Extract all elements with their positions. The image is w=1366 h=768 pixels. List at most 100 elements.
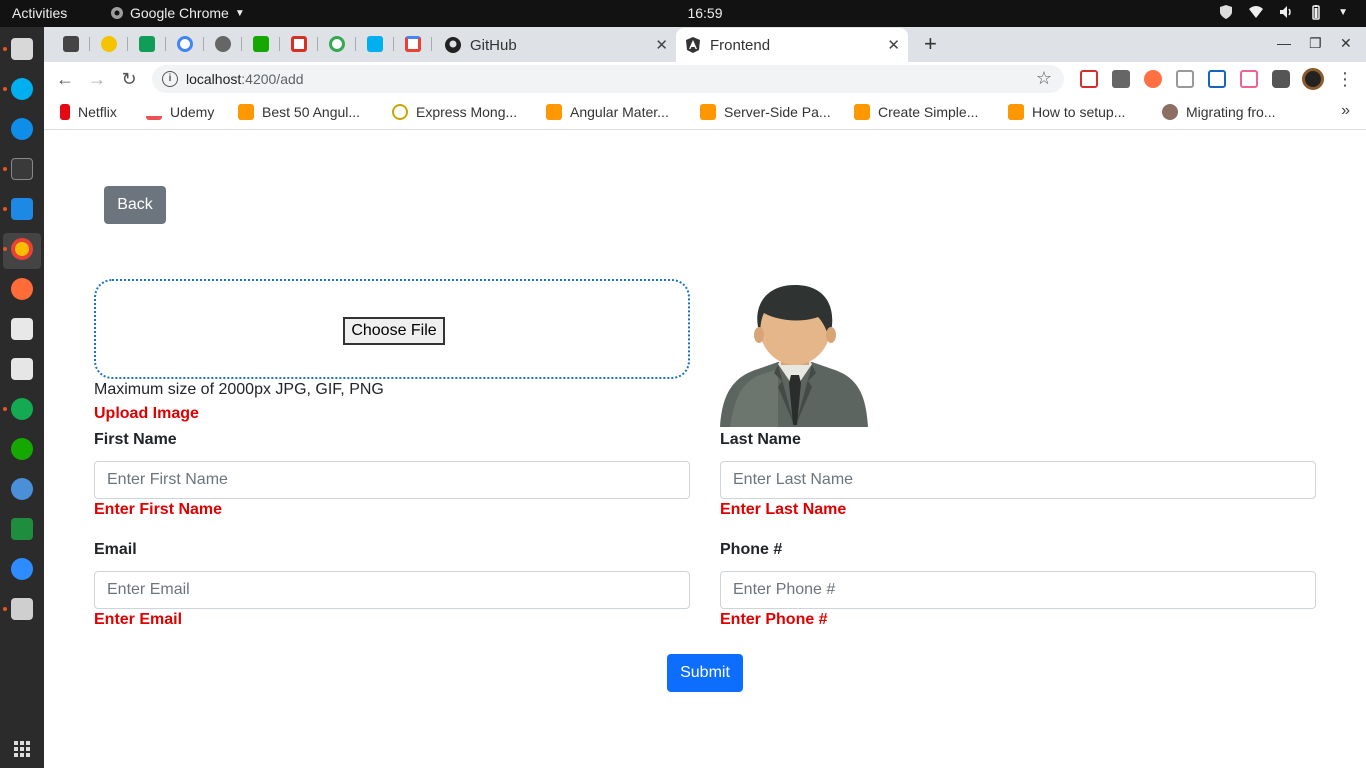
- github-icon: [445, 37, 461, 53]
- email-input[interactable]: [94, 571, 690, 609]
- bookmark-create-simple[interactable]: Create Simple...: [854, 104, 978, 120]
- close-icon[interactable]: ✕: [655, 36, 668, 54]
- gmail-icon[interactable]: [291, 36, 307, 52]
- running-indicator: [3, 407, 7, 411]
- tab-frontend[interactable]: Frontend ✕: [676, 28, 908, 62]
- choose-file-button[interactable]: Choose File: [343, 317, 445, 345]
- files-icon[interactable]: [11, 38, 33, 60]
- close-icon[interactable]: ✕: [887, 36, 900, 54]
- text-editor-icon[interactable]: [11, 358, 33, 380]
- back-button[interactable]: Back: [104, 186, 166, 224]
- image-dropzone[interactable]: Choose File: [94, 279, 690, 379]
- info-icon[interactable]: i: [162, 71, 178, 87]
- postman-icon[interactable]: [11, 278, 33, 300]
- teamviewer-icon[interactable]: [11, 118, 33, 140]
- back-arrow-icon[interactable]: ←: [54, 68, 76, 90]
- last-name-input[interactable]: [720, 461, 1316, 499]
- coin-icon[interactable]: [101, 36, 117, 52]
- document-viewer-icon[interactable]: [11, 318, 33, 340]
- image-viewer-icon[interactable]: [11, 598, 33, 620]
- bookmark-best-50-angular[interactable]: Best 50 Angul...: [238, 104, 360, 120]
- show-applications-icon[interactable]: [14, 741, 30, 757]
- sheets-plus-icon[interactable]: [139, 36, 155, 52]
- reload-icon[interactable]: ↻: [118, 68, 140, 90]
- extensions-puzzle-icon[interactable]: [1272, 70, 1290, 88]
- stackblitz-icon: [1008, 104, 1024, 120]
- tab-divider: [355, 37, 356, 51]
- mongodb-compass-icon[interactable]: [11, 398, 33, 420]
- running-indicator: [3, 247, 7, 251]
- profile-avatar[interactable]: [1302, 68, 1324, 90]
- bookmark-angular-material[interactable]: Angular Mater...: [546, 104, 669, 120]
- close-window-icon[interactable]: ✕: [1340, 35, 1352, 52]
- extension-a-icon[interactable]: [1112, 70, 1130, 88]
- bookmark-star-icon[interactable]: ☆: [1036, 68, 1052, 89]
- trello-icon[interactable]: [63, 36, 79, 52]
- phone-error: Enter Phone #: [720, 611, 828, 628]
- tab-divider: [431, 37, 432, 51]
- extension-arrow-icon[interactable]: [1240, 70, 1258, 88]
- tab-divider: [279, 37, 280, 51]
- volume-icon: [1280, 6, 1291, 18]
- spreadsheet-icon[interactable]: [11, 518, 33, 540]
- tab-github[interactable]: GitHub ✕: [436, 28, 676, 62]
- bookmark-how-to-setup[interactable]: How to setup...: [1008, 104, 1125, 120]
- bookmark-netflix[interactable]: Netflix: [60, 104, 117, 120]
- upwork-tab-icon[interactable]: [253, 36, 269, 52]
- google-icon[interactable]: [177, 36, 193, 52]
- forward-arrow-icon[interactable]: →: [86, 68, 108, 90]
- bookmark-migrating-from[interactable]: Migrating fro...: [1162, 104, 1275, 120]
- clock[interactable]: 16:59: [0, 5, 1366, 21]
- mailtrack-icon[interactable]: [405, 36, 421, 52]
- globe-icon[interactable]: [215, 36, 231, 52]
- system-tray[interactable]: ▼: [1218, 4, 1348, 20]
- angular-icon: [686, 37, 700, 53]
- chevron-double-right-icon[interactable]: »: [1341, 102, 1350, 120]
- restore-icon[interactable]: ❐: [1309, 35, 1322, 52]
- system-top-bar: Activities Google Chrome ▼ 16:59 ▼: [0, 0, 1366, 27]
- email-error: Enter Email: [94, 611, 183, 628]
- google-icon[interactable]: [329, 36, 345, 52]
- tab-title: Frontend: [710, 36, 771, 54]
- url-text: localhost:4200/add: [186, 71, 304, 87]
- terminal-icon[interactable]: [11, 158, 33, 180]
- bookmark-express-mongo[interactable]: Express Mong...: [392, 104, 517, 120]
- avatar-placeholder-image: [720, 285, 868, 427]
- dock: [0, 27, 44, 768]
- extension-fire-icon[interactable]: [1144, 70, 1162, 88]
- browser-toolbar: ← → ↻ i localhost:4200/add ☆ ⋮: [44, 62, 1366, 96]
- wifi-icon: [1249, 6, 1264, 18]
- udemy-icon: [146, 104, 162, 120]
- stackblitz-icon: [546, 104, 562, 120]
- bookmark-server-side[interactable]: Server-Side Pa...: [700, 104, 831, 120]
- minimize-icon[interactable]: —: [1277, 35, 1291, 51]
- stackblitz-icon: [238, 104, 254, 120]
- extension-eyedropper-icon[interactable]: [1208, 70, 1226, 88]
- tab-divider: [165, 37, 166, 51]
- first-name-input[interactable]: [94, 461, 690, 499]
- tab-divider: [241, 37, 242, 51]
- tab-divider: [203, 37, 204, 51]
- address-bar[interactable]: i localhost:4200/add ☆: [152, 65, 1064, 93]
- submit-button[interactable]: Submit: [667, 654, 743, 692]
- email-label: Email: [94, 541, 137, 558]
- new-tab-button[interactable]: +: [924, 31, 937, 57]
- skype-tab-icon[interactable]: [367, 36, 383, 52]
- vscode-icon[interactable]: [11, 198, 33, 220]
- stackblitz-icon: [854, 104, 870, 120]
- extension-c-icon[interactable]: [1176, 70, 1194, 88]
- last-name-error: Enter Last Name: [720, 501, 847, 518]
- skype-icon[interactable]: [11, 78, 33, 100]
- zoom-icon[interactable]: [11, 558, 33, 580]
- bookmark-udemy[interactable]: Udemy: [146, 104, 214, 120]
- chrome-dock-icon[interactable]: [11, 238, 33, 260]
- upwork-icon[interactable]: [11, 438, 33, 460]
- running-indicator: [3, 607, 7, 611]
- extension-red-icon[interactable]: [1080, 70, 1098, 88]
- running-indicator: [3, 47, 7, 51]
- chevron-down-icon: ▼: [1338, 6, 1348, 18]
- software-updater-icon[interactable]: [11, 478, 33, 500]
- tab-divider: [393, 37, 394, 51]
- phone-input[interactable]: [720, 571, 1316, 609]
- menu-kebab-icon[interactable]: ⋮: [1334, 68, 1356, 90]
